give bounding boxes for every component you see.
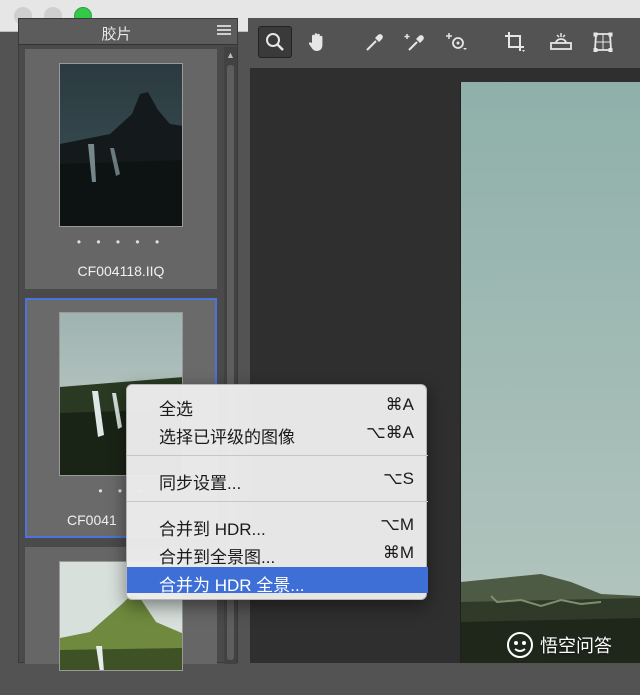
white-balance-tool-button[interactable]: [358, 26, 392, 58]
targeted-adjustment-tool-button[interactable]: [440, 26, 474, 58]
transform-icon: [593, 32, 613, 52]
watermark-text: 悟空问答: [540, 636, 612, 656]
tool-bar: [248, 18, 640, 64]
crop-icon: [505, 32, 525, 52]
thumbnail-image[interactable]: [59, 63, 183, 227]
menu-item-select-all[interactable]: 全选 ⌘A: [127, 391, 428, 419]
menu-item-merge-panorama[interactable]: 合并到全景图... ⌘M: [127, 539, 428, 567]
thumbnail-filename: CF004118.IIQ: [77, 263, 165, 279]
menu-separator: [127, 501, 428, 502]
main-image-preview[interactable]: [460, 82, 640, 663]
hand-icon: [308, 33, 323, 51]
magnifier-icon: [266, 33, 284, 51]
color-sampler-tool-button[interactable]: [398, 26, 432, 58]
transform-tool-button[interactable]: [586, 26, 620, 58]
hand-tool-button[interactable]: [300, 26, 334, 58]
filmstrip-menu-icon[interactable]: [217, 25, 231, 37]
watermark: 悟空问答: [506, 630, 612, 660]
wukong-logo-icon: [507, 632, 533, 658]
context-menu: 全选 ⌘A 选择已评级的图像 ⌥⌘A 同步设置... ⌥S 合并到 HDR...…: [126, 384, 428, 600]
menu-item-select-rated[interactable]: 选择已评级的图像 ⌥⌘A: [127, 419, 428, 447]
menu-item-sync-settings[interactable]: 同步设置... ⌥S: [127, 465, 428, 493]
filmstrip-item[interactable]: • • • • • CF004118.IIQ: [25, 49, 217, 289]
menu-separator: [127, 455, 428, 456]
straighten-tool-button[interactable]: [544, 26, 578, 58]
color-sampler-icon: [404, 34, 424, 51]
target-icon: [446, 33, 467, 50]
filmstrip-header: 胶片: [19, 19, 237, 45]
crop-tool-button[interactable]: [498, 26, 532, 58]
zoom-tool-button[interactable]: [258, 26, 292, 58]
rating-dots[interactable]: • • • • •: [25, 235, 217, 249]
menu-item-merge-hdr-panorama[interactable]: 合并为 HDR 全景...: [127, 567, 428, 595]
menu-item-merge-hdr[interactable]: 合并到 HDR... ⌥M: [127, 511, 428, 539]
filmstrip-title: 胶片: [101, 26, 132, 43]
level-icon: [550, 33, 572, 50]
eyedropper-icon: [366, 34, 383, 51]
scroll-up-icon[interactable]: ▲: [226, 51, 235, 60]
